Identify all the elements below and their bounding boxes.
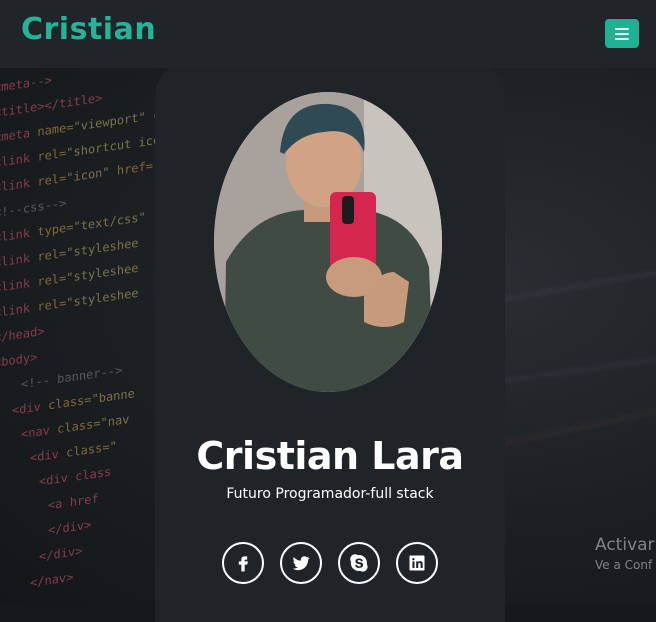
code-background-image: <meta--> <title></title> <meta name="viewp…: [0, 68, 167, 605]
social-links: [222, 542, 438, 584]
windows-activation-watermark: Activar Ve a Conf: [595, 535, 655, 572]
watermark-title: Activar: [595, 535, 655, 555]
brand-logo[interactable]: Cristian: [21, 12, 156, 47]
linkedin-icon: [409, 555, 425, 571]
watermark-subtitle: Ve a Conf: [595, 558, 653, 572]
profile-photo: [214, 92, 442, 392]
twitter-link[interactable]: [280, 542, 322, 584]
profile-subtitle: Futuro Programador-full stack: [226, 486, 434, 502]
facebook-icon: [238, 556, 248, 572]
skype-icon: [350, 554, 368, 572]
profile-name: Cristian Lara: [196, 434, 464, 478]
hamburger-icon: [615, 27, 629, 30]
twitter-icon: [292, 556, 310, 571]
linkedin-link[interactable]: [396, 542, 438, 584]
profile-card: Cristian Lara Futuro Programador-full st…: [155, 62, 505, 622]
skype-link[interactable]: [338, 542, 380, 584]
facebook-link[interactable]: [222, 542, 264, 584]
menu-toggle-button[interactable]: [605, 19, 639, 48]
background-light-streaks: [505, 68, 656, 605]
navbar: Cristian: [0, 0, 656, 68]
